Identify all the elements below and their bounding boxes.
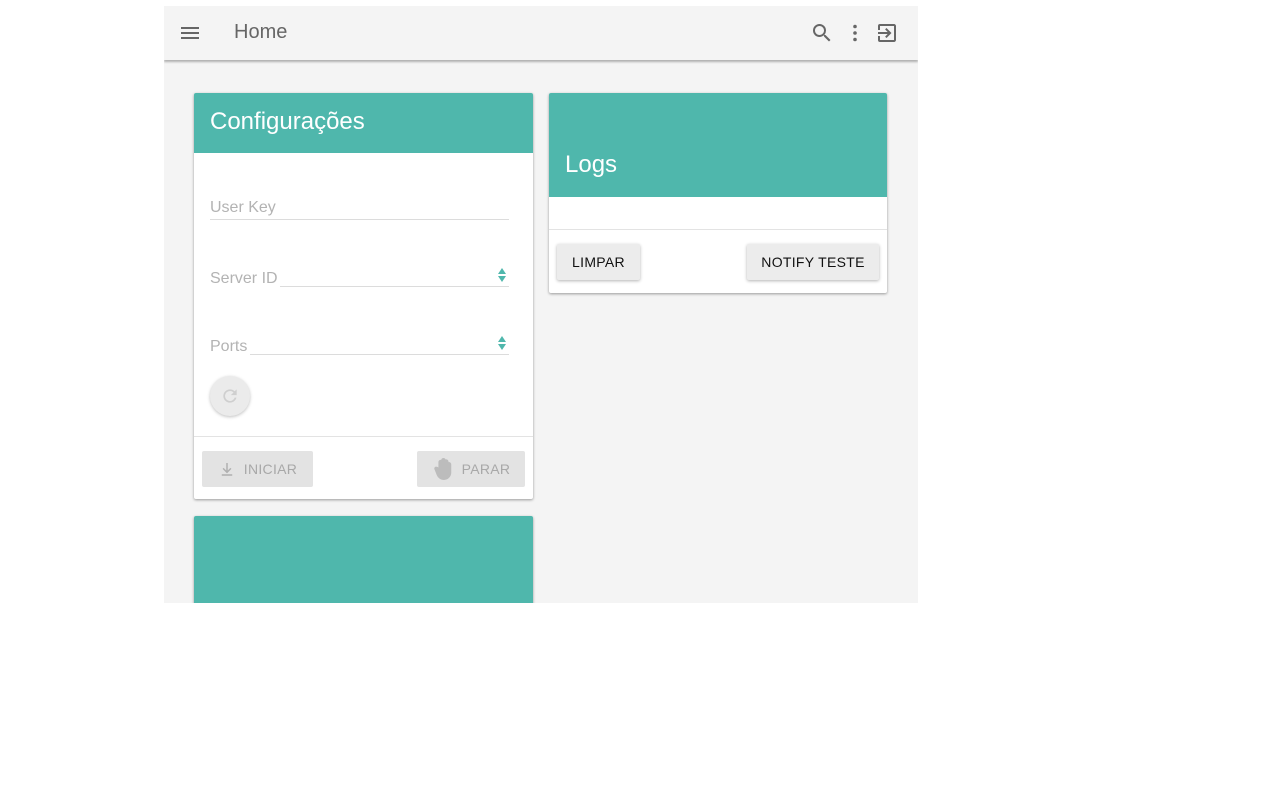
ports-label: Ports bbox=[210, 338, 248, 355]
start-button-label: INICIAR bbox=[243, 461, 298, 477]
server-id-select[interactable]: Server ID bbox=[210, 263, 509, 293]
logs-content-area bbox=[549, 197, 887, 229]
config-card: Configurações User Key Server ID Ports I… bbox=[194, 93, 533, 499]
page-title: Home bbox=[234, 21, 288, 43]
config-card-header: Configurações bbox=[194, 93, 533, 153]
logs-card-header: Logs bbox=[549, 93, 887, 197]
ports-underline bbox=[250, 354, 509, 355]
select-arrows-icon bbox=[498, 336, 506, 350]
logs-card-title: Logs bbox=[565, 151, 618, 178]
download-icon bbox=[221, 463, 233, 476]
notify-test-label: NOTIFY TESTE bbox=[761, 254, 865, 270]
logs-card: Logs LIMPAR NOTIFY TESTE bbox=[549, 93, 887, 293]
server-id-underline bbox=[280, 286, 509, 287]
clear-logs-label: LIMPAR bbox=[572, 254, 625, 270]
config-card-title: Configurações bbox=[210, 108, 365, 135]
config-card-divider bbox=[194, 436, 533, 437]
stop-button[interactable]: PARAR bbox=[417, 451, 525, 487]
select-arrows-icon bbox=[498, 268, 506, 282]
search-icon[interactable] bbox=[810, 21, 834, 45]
user-key-label: User Key bbox=[210, 199, 276, 216]
refresh-button[interactable] bbox=[210, 376, 250, 416]
user-key-field[interactable]: User Key bbox=[210, 193, 509, 223]
refresh-icon bbox=[223, 389, 237, 403]
third-card bbox=[194, 516, 533, 603]
exit-icon[interactable] bbox=[875, 21, 899, 45]
menu-icon[interactable] bbox=[178, 21, 202, 45]
start-button[interactable]: INICIAR bbox=[202, 451, 313, 487]
user-key-underline bbox=[210, 219, 509, 220]
server-id-label: Server ID bbox=[210, 270, 278, 287]
hand-icon bbox=[433, 458, 451, 480]
clear-logs-button[interactable]: LIMPAR bbox=[557, 244, 640, 280]
more-vert-icon[interactable] bbox=[843, 21, 867, 45]
app-container: Home Configurações User Key Server ID Po bbox=[164, 6, 918, 603]
stop-button-label: PARAR bbox=[461, 461, 511, 477]
logs-card-divider bbox=[549, 229, 887, 230]
top-toolbar: Home bbox=[164, 6, 918, 60]
third-card-header bbox=[194, 516, 533, 603]
notify-test-button[interactable]: NOTIFY TESTE bbox=[747, 244, 879, 280]
ports-select[interactable]: Ports bbox=[210, 331, 509, 361]
